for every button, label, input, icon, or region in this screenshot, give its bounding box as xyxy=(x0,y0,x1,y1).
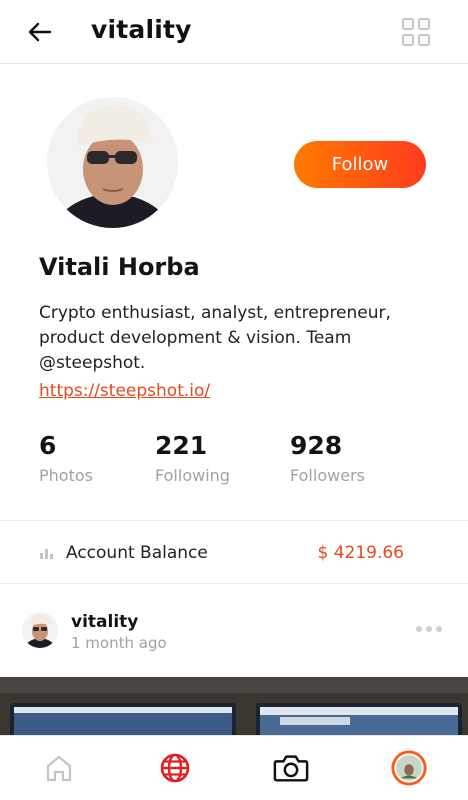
post-avatar[interactable] xyxy=(22,612,58,648)
account-balance-value: $ 4219.66 xyxy=(317,543,404,563)
arrow-left-icon xyxy=(28,22,52,42)
stat-followers-value: 928 xyxy=(290,431,343,460)
bar-chart-icon xyxy=(40,549,53,559)
stat-followers-label: Followers xyxy=(290,466,365,485)
stat-photos-label: Photos xyxy=(39,466,93,485)
nav-camera[interactable] xyxy=(273,750,309,786)
more-dots-icon[interactable] xyxy=(416,623,442,635)
page-title: vitality xyxy=(91,15,192,44)
profile-bio: Crypto enthusiast, analyst, entrepreneur… xyxy=(39,303,391,373)
post-timestamp: 1 month ago xyxy=(71,634,167,652)
stat-photos-value: 6 xyxy=(39,431,57,460)
stat-photos[interactable]: 6 Photos xyxy=(39,431,93,485)
account-balance-label: Account Balance xyxy=(66,543,208,563)
post-image[interactable] xyxy=(0,677,468,735)
account-balance-row[interactable]: Account Balance $ 4219.66 xyxy=(0,520,468,584)
stat-followers[interactable]: 928 Followers xyxy=(290,431,365,485)
profile-name: Vitali Horba xyxy=(39,253,200,281)
top-bar: vitality xyxy=(0,0,468,64)
nav-explore[interactable] xyxy=(157,750,193,786)
stat-following-value: 221 xyxy=(155,431,208,460)
follow-button[interactable]: Follow xyxy=(294,141,426,188)
nav-home[interactable] xyxy=(41,750,77,786)
globe-icon xyxy=(160,753,190,783)
grid-view-button[interactable] xyxy=(402,18,430,46)
camera-icon xyxy=(273,755,309,782)
post-header: vitality 1 month ago xyxy=(0,585,468,677)
profile-avatar-icon xyxy=(391,750,427,786)
bottom-nav xyxy=(0,735,468,800)
nav-profile[interactable] xyxy=(391,750,427,786)
home-icon xyxy=(46,755,72,782)
avatar xyxy=(47,97,178,228)
post-username[interactable]: vitality xyxy=(71,612,138,632)
stat-following-label: Following xyxy=(155,466,230,485)
profile-website-link[interactable]: https://steepshot.io/ xyxy=(39,381,210,401)
profile-section: Follow Vitali Horba Crypto enthusiast, a… xyxy=(0,65,468,520)
stat-following[interactable]: 221 Following xyxy=(155,431,230,485)
grid-icon xyxy=(402,18,430,46)
back-button[interactable] xyxy=(24,16,56,48)
